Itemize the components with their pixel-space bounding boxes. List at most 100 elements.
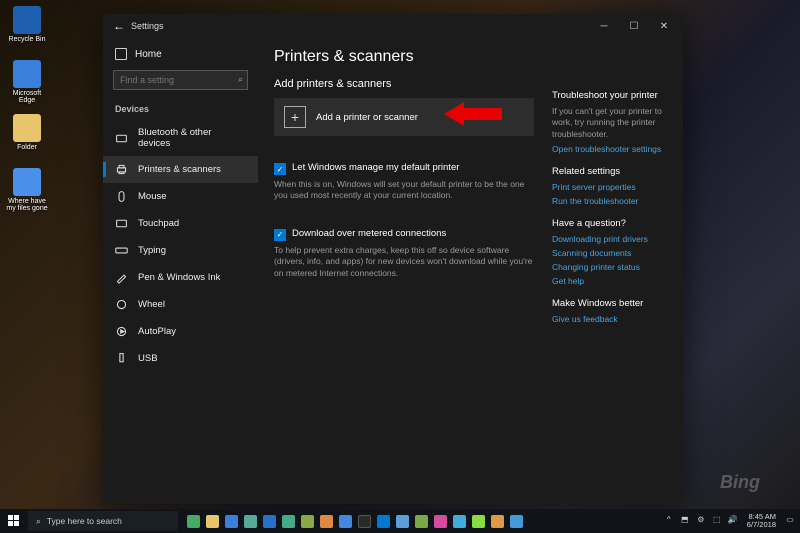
search-icon: ⌕ (36, 516, 41, 527)
tray-volume-icon[interactable]: 🔊 (727, 515, 739, 527)
sidebar-item-autoplay[interactable]: AutoPlay (103, 318, 258, 345)
keyboard-icon (115, 244, 128, 257)
tray-icon[interactable]: ⬒ (679, 515, 691, 527)
checkbox-description: To help prevent extra charges, keep this… (274, 245, 534, 279)
sidebar-item-label: Touchpad (138, 218, 179, 229)
taskbar-app[interactable] (222, 512, 240, 530)
sidebar-item-label: USB (138, 353, 158, 364)
right-panel: Troubleshoot your printer If you can't g… (552, 48, 667, 504)
check-icon: ✓ (274, 229, 286, 241)
back-button[interactable]: ← (107, 19, 131, 33)
taskbar-app[interactable] (241, 512, 259, 530)
desktop-icon-files[interactable]: Where have my files gone (6, 168, 48, 212)
add-printer-label: Add a printer or scanner (316, 112, 418, 123)
sidebar-category: Devices (103, 98, 258, 120)
sidebar-home[interactable]: Home (103, 42, 258, 66)
action-center-button[interactable]: ▭ (784, 515, 796, 527)
taskbar-app[interactable] (317, 512, 335, 530)
mouse-icon (115, 190, 128, 203)
pen-icon (115, 271, 128, 284)
link-print-server-properties[interactable]: Print server properties (552, 182, 667, 192)
troubleshoot-heading: Troubleshoot your printer (552, 90, 667, 101)
add-printer-button[interactable]: + Add a printer or scanner (274, 98, 534, 136)
taskbar-search[interactable]: ⌕ Type here to search (28, 511, 178, 531)
taskbar-app[interactable] (412, 512, 430, 530)
taskbar-app[interactable] (260, 512, 278, 530)
content-area: Printers & scanners Add printers & scann… (274, 48, 534, 504)
tray-icon[interactable]: ^ (663, 515, 675, 527)
desktop-icon-edge[interactable]: Microsoft Edge (6, 60, 48, 104)
usb-icon (115, 352, 128, 365)
task-view-button[interactable] (184, 512, 202, 530)
sidebar-item-label: Pen & Windows Ink (138, 272, 220, 283)
sidebar-item-label: Mouse (138, 191, 167, 202)
tray-network-icon[interactable]: ⬚ (711, 515, 723, 527)
taskbar-app[interactable] (431, 512, 449, 530)
clock-date: 6/7/2018 (747, 521, 776, 529)
page-title: Printers & scanners (274, 48, 534, 66)
sidebar-item-pen[interactable]: Pen & Windows Ink (103, 264, 258, 291)
windows-icon (8, 515, 20, 527)
link-changing-status[interactable]: Changing printer status (552, 262, 667, 272)
taskbar-app[interactable] (298, 512, 316, 530)
taskbar-app[interactable] (336, 512, 354, 530)
sidebar-item-label: AutoPlay (138, 326, 176, 337)
touchpad-icon (115, 217, 128, 230)
sidebar-item-typing[interactable]: Typing (103, 237, 258, 264)
sidebar-item-label: Bluetooth & other devices (138, 127, 246, 149)
sidebar-item-bluetooth[interactable]: Bluetooth & other devices (103, 120, 258, 156)
taskbar: ⌕ Type here to search ^ ⬒ ⚙ ⬚ 🔊 8:45 AM … (0, 509, 800, 533)
link-run-troubleshooter[interactable]: Run the troubleshooter (552, 196, 667, 206)
taskbar-app[interactable] (355, 512, 373, 530)
sidebar-item-wheel[interactable]: Wheel (103, 291, 258, 318)
checkbox-metered[interactable]: ✓ Download over metered connections (274, 228, 534, 241)
link-get-help[interactable]: Get help (552, 276, 667, 286)
titlebar: ← Settings ─ ☐ ✕ (103, 14, 683, 38)
taskbar-app[interactable] (203, 512, 221, 530)
sidebar-home-label: Home (135, 49, 162, 60)
wheel-icon (115, 298, 128, 311)
taskbar-app[interactable] (507, 512, 525, 530)
taskbar-app[interactable] (393, 512, 411, 530)
question-heading: Have a question? (552, 218, 667, 229)
system-tray: ^ ⬒ ⚙ ⬚ 🔊 8:45 AM 6/7/2018 ▭ (663, 513, 798, 530)
taskbar-app[interactable] (469, 512, 487, 530)
taskbar-app[interactable] (488, 512, 506, 530)
sidebar-item-printers[interactable]: Printers & scanners (103, 156, 258, 183)
sidebar-item-label: Printers & scanners (138, 164, 221, 175)
taskbar-clock[interactable]: 8:45 AM 6/7/2018 (743, 513, 780, 530)
check-icon: ✓ (274, 163, 286, 175)
bluetooth-icon (115, 132, 128, 145)
settings-window: ← Settings ─ ☐ ✕ Home ⌕ Devices Bluetoot… (103, 14, 683, 504)
taskbar-search-placeholder: Type here to search (47, 516, 122, 526)
sidebar-item-mouse[interactable]: Mouse (103, 183, 258, 210)
checkbox-label: Download over metered connections (292, 228, 446, 239)
search-input[interactable] (113, 70, 248, 90)
sidebar: Home ⌕ Devices Bluetooth & other devices… (103, 38, 258, 504)
checkbox-label: Let Windows manage my default printer (292, 162, 459, 173)
sidebar-search[interactable]: ⌕ (113, 70, 248, 90)
link-scanning-documents[interactable]: Scanning documents (552, 248, 667, 258)
start-button[interactable] (2, 509, 26, 533)
close-button[interactable]: ✕ (649, 21, 679, 32)
sidebar-item-touchpad[interactable]: Touchpad (103, 210, 258, 237)
printer-icon (115, 163, 128, 176)
link-open-troubleshooter[interactable]: Open troubleshooter settings (552, 144, 667, 154)
sidebar-item-usb[interactable]: USB (103, 345, 258, 372)
tray-icon[interactable]: ⚙ (695, 515, 707, 527)
bing-watermark: Bing (720, 472, 760, 493)
maximize-button[interactable]: ☐ (619, 21, 649, 32)
sidebar-item-label: Wheel (138, 299, 165, 310)
desktop-icon-recycle-bin[interactable]: Recycle Bin (6, 6, 48, 43)
annotation-arrow (444, 100, 502, 128)
taskbar-app[interactable] (450, 512, 468, 530)
taskbar-app[interactable] (279, 512, 297, 530)
taskbar-app[interactable] (374, 512, 392, 530)
troubleshoot-text: If you can't get your printer to work, t… (552, 106, 667, 140)
link-feedback[interactable]: Give us feedback (552, 314, 667, 324)
desktop-icon-folder[interactable]: Folder (6, 114, 48, 151)
link-download-drivers[interactable]: Downloading print drivers (552, 234, 667, 244)
checkbox-default-printer[interactable]: ✓ Let Windows manage my default printer (274, 162, 534, 175)
better-heading: Make Windows better (552, 298, 667, 309)
minimize-button[interactable]: ─ (589, 21, 619, 32)
